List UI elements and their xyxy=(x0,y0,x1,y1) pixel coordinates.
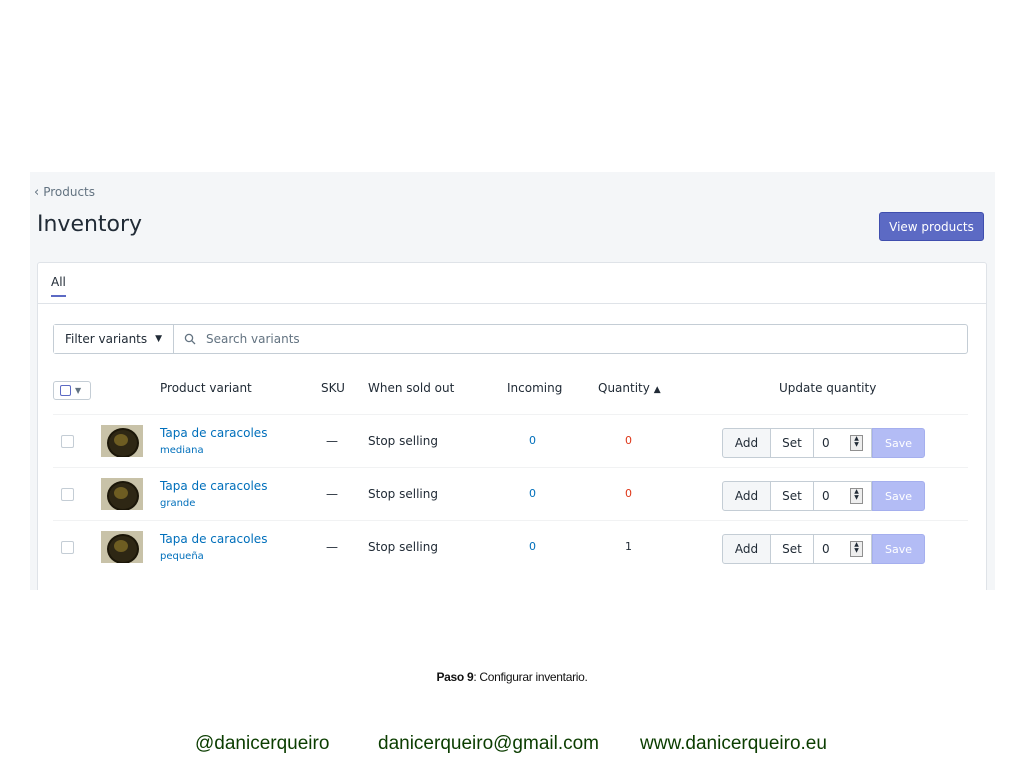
quantity-input[interactable]: 0 ▲ ▼ xyxy=(814,428,872,458)
column-header-incoming: Incoming xyxy=(507,381,563,395)
stepper-arrows-icon[interactable]: ▲ ▼ xyxy=(850,435,863,451)
set-button[interactable]: Set xyxy=(771,534,814,564)
filter-bar: Filter variants ▼ xyxy=(53,324,968,354)
breadcrumb-label: Products xyxy=(43,185,96,199)
caret-down-icon: ▼ xyxy=(75,386,82,395)
product-name-link[interactable]: Tapa de caracoles xyxy=(160,532,267,546)
quantity-input[interactable]: 0 ▲ ▼ xyxy=(814,534,872,564)
inventory-card: All Filter variants ▼ ▼ Product variant … xyxy=(37,262,987,590)
product-name-link[interactable]: Tapa de caracoles xyxy=(160,426,267,440)
table-row: Tapa de caracoles grande — Stop selling … xyxy=(53,467,968,521)
tab-all[interactable]: All xyxy=(51,275,66,297)
sku-value: — xyxy=(326,487,338,501)
filter-variants-button[interactable]: Filter variants ▼ xyxy=(54,325,174,353)
add-button[interactable]: Add xyxy=(722,428,771,458)
add-button[interactable]: Add xyxy=(722,481,771,511)
stepper-arrows-icon[interactable]: ▲ ▼ xyxy=(850,488,863,504)
set-button[interactable]: Set xyxy=(771,481,814,511)
search-icon xyxy=(184,333,196,345)
chevron-left-icon: ‹ xyxy=(34,184,40,200)
add-button[interactable]: Add xyxy=(722,534,771,564)
save-button[interactable]: Save xyxy=(872,481,925,511)
sku-value: — xyxy=(326,540,338,554)
page-title: Inventory xyxy=(37,212,143,237)
table-row: Tapa de caracoles mediana — Stop selling… xyxy=(53,414,968,468)
stepper-arrows-icon[interactable]: ▲ ▼ xyxy=(850,541,863,557)
quantity-value: 1 xyxy=(625,540,632,553)
quantity-input[interactable]: 0 ▲ ▼ xyxy=(814,481,872,511)
row-checkbox[interactable] xyxy=(61,541,74,554)
row-checkbox[interactable] xyxy=(61,488,74,501)
product-thumbnail xyxy=(101,531,143,563)
when-sold-out-value: Stop selling xyxy=(368,540,438,554)
incoming-value: 0 xyxy=(529,434,536,447)
when-sold-out-value: Stop selling xyxy=(368,434,438,448)
quantity-value: 0 xyxy=(625,487,632,500)
view-products-button[interactable]: View products xyxy=(879,212,984,241)
sku-value: — xyxy=(326,434,338,448)
variant-name: pequeña xyxy=(160,551,204,562)
set-button[interactable]: Set xyxy=(771,428,814,458)
product-name-link[interactable]: Tapa de caracoles xyxy=(160,479,267,493)
column-header-update-quantity: Update quantity xyxy=(779,381,877,395)
breadcrumb-back-products[interactable]: ‹ Products xyxy=(34,185,95,199)
caption-text: : Configurar inventario. xyxy=(473,670,588,684)
slide-caption: Paso 9: Configurar inventario. xyxy=(0,670,1024,684)
column-header-sku: SKU xyxy=(321,381,345,395)
quantity-header-label: Quantity xyxy=(598,381,650,395)
footer-handle: @danicerqueiro xyxy=(195,733,330,754)
sort-ascending-icon: ▲ xyxy=(653,385,661,395)
footer-email: danicerqueiro@gmail.com xyxy=(378,733,599,754)
shopify-inventory-screenshot: ‹ Products Inventory View products All F… xyxy=(30,172,995,590)
when-sold-out-value: Stop selling xyxy=(368,487,438,501)
checkbox-icon xyxy=(60,385,71,396)
column-header-product-variant: Product variant xyxy=(160,381,252,395)
quantity-input-value: 0 xyxy=(822,542,830,556)
search-variants-input[interactable] xyxy=(204,331,808,347)
product-thumbnail xyxy=(101,425,143,457)
update-quantity-control: Add Set 0 ▲ ▼ Save xyxy=(722,481,925,511)
quantity-value: 0 xyxy=(625,434,632,447)
tab-bar: All xyxy=(38,263,986,304)
save-button[interactable]: Save xyxy=(872,428,925,458)
quantity-input-value: 0 xyxy=(822,489,830,503)
product-thumbnail xyxy=(101,478,143,510)
footer-website: www.danicerqueiro.eu xyxy=(640,733,827,754)
table-row: Tapa de caracoles pequeña — Stop selling… xyxy=(53,520,968,574)
caret-down-icon: ▼ xyxy=(155,334,163,344)
row-checkbox[interactable] xyxy=(61,435,74,448)
caption-step: Paso 9 xyxy=(436,670,474,684)
incoming-value: 0 xyxy=(529,540,536,553)
filter-variants-label: Filter variants xyxy=(64,332,148,346)
quantity-input-value: 0 xyxy=(822,436,830,450)
search-box xyxy=(174,325,967,353)
column-header-when-sold-out: When sold out xyxy=(368,381,455,395)
incoming-value: 0 xyxy=(529,487,536,500)
save-button[interactable]: Save xyxy=(872,534,925,564)
column-header-quantity[interactable]: Quantity ▲ xyxy=(598,381,661,395)
update-quantity-control: Add Set 0 ▲ ▼ Save xyxy=(722,428,925,458)
update-quantity-control: Add Set 0 ▲ ▼ Save xyxy=(722,534,925,564)
variant-name: grande xyxy=(160,498,196,509)
bulk-select-checkbox[interactable]: ▼ xyxy=(53,381,91,400)
variant-name: mediana xyxy=(160,445,204,456)
